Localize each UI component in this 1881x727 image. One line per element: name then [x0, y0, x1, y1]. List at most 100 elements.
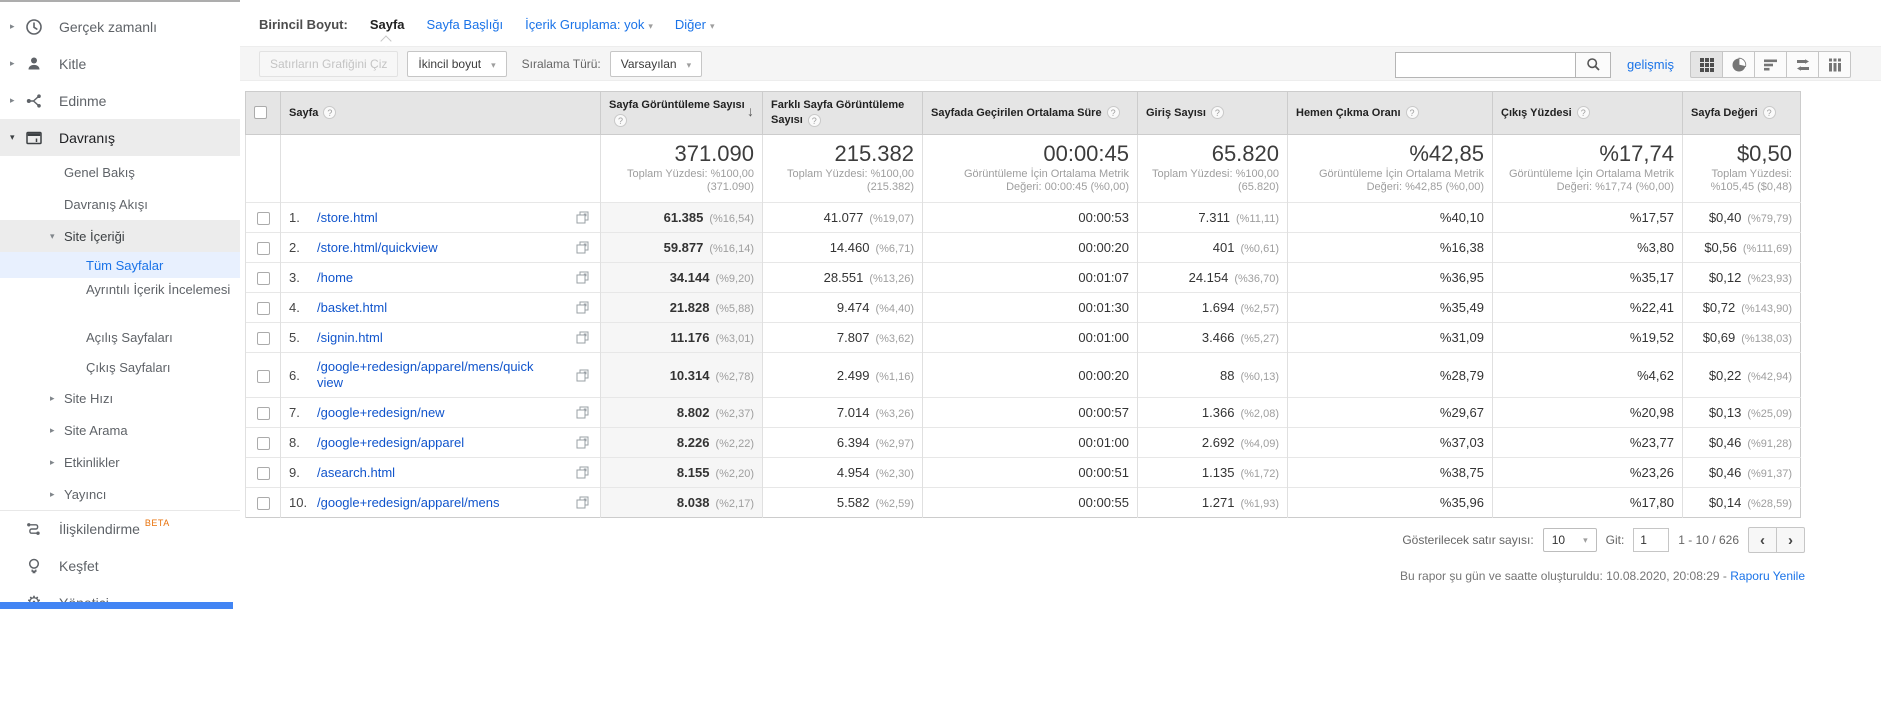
help-icon[interactable]: ? [1405, 106, 1419, 120]
performance-view-button[interactable] [1754, 51, 1787, 78]
col-header-page-value[interactable]: Sayfa Değeri? [1682, 91, 1801, 135]
sidebar-item-content-drilldown[interactable]: Ayrıntılı İçerik İncelemesi [0, 278, 240, 322]
open-page-icon[interactable] [576, 369, 592, 382]
sidebar-item-all-pages[interactable]: Tüm Sayfalar [0, 252, 240, 278]
sort-type-dropdown[interactable]: Varsayılan ▾ [609, 50, 703, 77]
col-header-entrances[interactable]: Giriş Sayısı? [1137, 91, 1288, 135]
pivot-view-button[interactable] [1818, 51, 1851, 78]
help-icon[interactable]: ? [1762, 106, 1776, 120]
select-all-checkbox[interactable] [254, 106, 267, 120]
help-icon[interactable]: ? [614, 113, 627, 127]
sidebar-item-events[interactable]: ▸ Etkinlikler [0, 446, 240, 478]
sidebar-item-behavior-flow[interactable]: Davranış Akışı [0, 188, 240, 220]
search-button[interactable] [1575, 51, 1612, 78]
sidebar-item-site-content[interactable]: ▾ Site İçeriği [0, 220, 240, 252]
page-link[interactable]: /google+redesign/new [317, 405, 445, 421]
page-link[interactable]: /google+redesign/apparel [317, 435, 464, 451]
col-header-exit-pct[interactable]: Çıkış Yüzdesi? [1492, 91, 1683, 135]
sidebar-item-behavior-overview[interactable]: Genel Bakış [0, 156, 240, 188]
unique-pageviews-cell: 7.014 (%3,26) [762, 397, 923, 428]
comparison-view-button[interactable] [1786, 51, 1819, 78]
open-page-icon[interactable] [576, 271, 592, 284]
row-checkbox[interactable] [256, 467, 270, 481]
sidebar-item-discover[interactable]: Keşfet [0, 547, 240, 584]
secondary-dimension-button[interactable]: İkincil boyut ▾ [407, 50, 507, 77]
row-index: 8. [289, 435, 300, 450]
sidebar-item-realtime[interactable]: ▸ Gerçek zamanlı [0, 8, 240, 45]
col-header-page[interactable]: Sayfa? [280, 91, 601, 135]
pageviews-cell: 8.155 (%2,20) [600, 457, 763, 488]
row-checkbox[interactable] [256, 272, 270, 286]
sidebar-item-label: Tüm Sayfalar [86, 257, 164, 273]
sidebar-item-label: Etkinlikler [64, 454, 120, 470]
open-page-icon[interactable] [576, 211, 592, 224]
dimension-tab-other[interactable]: Diğer ▾ [675, 17, 715, 32]
chevron-down-icon: ▾ [648, 20, 653, 31]
sidebar-item-site-speed[interactable]: ▸ Site Hızı [0, 382, 240, 414]
help-icon[interactable]: ? [1106, 106, 1120, 120]
dimension-tab-content-grouping[interactable]: İçerik Gruplama: yok ▾ [525, 17, 653, 32]
open-page-icon[interactable] [576, 436, 592, 449]
unique-pageviews-cell: 9.474 (%4,40) [762, 292, 923, 323]
beta-badge: BETA [144, 518, 170, 528]
refresh-report-link[interactable]: Raporu Yenile [1730, 569, 1805, 583]
page-link[interactable]: /store.html [317, 210, 378, 226]
dimension-tab-page[interactable]: Sayfa [370, 17, 405, 47]
page-link[interactable]: /store.html/quickview [317, 240, 438, 256]
advanced-search-link[interactable]: gelişmiş [1627, 57, 1674, 72]
entrances-cell: 3.466 (%5,27) [1137, 322, 1288, 353]
sidebar-item-behavior[interactable]: ▾ Davranış [0, 119, 240, 156]
summary-page-value: $0,50 Toplam Yüzdesi: %105,45 ($0,48) [1682, 134, 1801, 203]
row-checkbox[interactable] [256, 437, 270, 451]
open-page-icon[interactable] [576, 466, 592, 479]
search-icon [1586, 58, 1600, 71]
col-header-pageviews[interactable]: ↓ Sayfa Görüntüleme Sayısı? [600, 91, 763, 135]
page-link[interactable]: /home [317, 270, 353, 286]
table-view-button[interactable] [1690, 51, 1723, 78]
row-checkbox[interactable] [256, 302, 270, 316]
help-icon[interactable]: ? [1576, 106, 1590, 120]
goto-page-input[interactable] [1633, 528, 1670, 552]
row-checkbox[interactable] [256, 407, 270, 421]
next-page-button[interactable]: › [1776, 527, 1805, 553]
percentage-view-button[interactable] [1722, 51, 1755, 78]
col-header-avg-time[interactable]: Sayfada Geçirilen Ortalama Süre? [922, 91, 1138, 135]
help-icon[interactable]: ? [323, 106, 337, 120]
sidebar-item-acquisition[interactable]: ▸ Edinme [0, 82, 240, 119]
bounce-rate-cell: %40,10 [1287, 202, 1493, 233]
open-page-icon[interactable] [576, 406, 592, 419]
page-link[interactable]: /asearch.html [317, 465, 395, 481]
page-link[interactable]: /basket.html [317, 300, 387, 316]
sidebar-item-landing-pages[interactable]: Açılış Sayfaları [0, 322, 240, 352]
page-link[interactable]: /google+redesign/apparel/mens [317, 495, 500, 511]
sidebar-item-audience[interactable]: ▸ Kitle [0, 45, 240, 82]
open-page-icon[interactable] [576, 301, 592, 314]
sidebar-item-attribution[interactable]: İlişkilendirme BETA [0, 510, 240, 547]
table-pagination: Gösterilecek satır sayısı: 10▾ Git: 1 - … [245, 527, 1805, 553]
table-row: 9. /asearch.html 8.155 (%2,20) 4.954 (%2,3… [245, 457, 1801, 488]
row-checkbox[interactable] [256, 332, 270, 346]
row-checkbox[interactable] [256, 369, 270, 383]
select-all-cell[interactable] [245, 91, 281, 135]
help-icon[interactable]: ? [807, 113, 821, 127]
open-page-icon[interactable] [576, 496, 592, 509]
row-checkbox[interactable] [256, 212, 270, 226]
row-checkbox[interactable] [256, 242, 270, 256]
page-link[interactable]: /google+redesign/apparel/mens/quickview [317, 359, 535, 391]
open-page-icon[interactable] [576, 241, 592, 254]
row-checkbox[interactable] [256, 497, 270, 511]
search-input[interactable] [1395, 51, 1576, 78]
avg-time-cell: 00:00:20 [922, 232, 1138, 263]
open-page-icon[interactable] [576, 331, 592, 344]
sidebar-item-exit-pages[interactable]: Çıkış Sayfaları [0, 352, 240, 382]
previous-page-button[interactable]: ‹ [1748, 527, 1777, 553]
col-header-bounce-rate[interactable]: Hemen Çıkma Oranı? [1287, 91, 1493, 135]
dimension-tab-page-title[interactable]: Sayfa Başlığı [427, 17, 504, 32]
sidebar-item-publisher[interactable]: ▸ Yayıncı [0, 478, 240, 510]
sidebar-item-site-search[interactable]: ▸ Site Arama [0, 414, 240, 446]
help-icon[interactable]: ? [1210, 106, 1224, 120]
page-link[interactable]: /signin.html [317, 330, 383, 346]
pageviews-cell: 8.038 (%2,17) [600, 487, 763, 518]
rows-per-page-select[interactable]: 10 ▾ [1542, 528, 1597, 552]
col-header-unique-pageviews[interactable]: Farklı Sayfa Görüntüleme Sayısı? [762, 91, 923, 135]
